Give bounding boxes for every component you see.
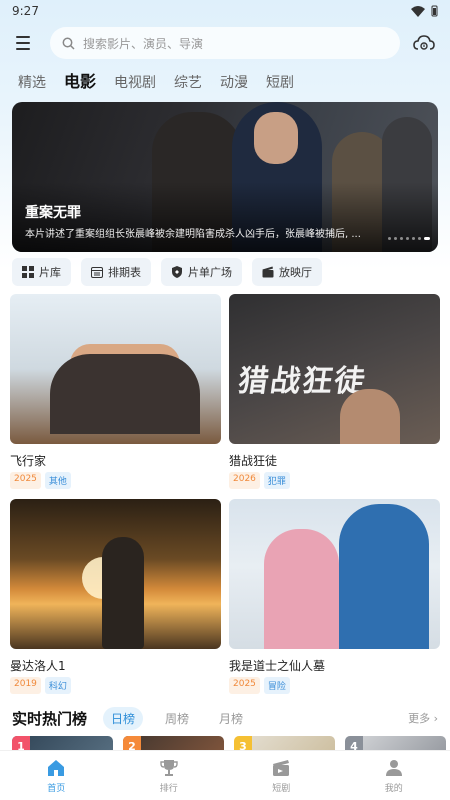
status-icons <box>411 5 438 17</box>
movie-tags: 2025 冒险 <box>229 677 440 694</box>
pagination-dot <box>388 237 391 240</box>
banner-face <box>254 112 298 164</box>
poster-art <box>264 529 339 649</box>
genre-tag: 科幻 <box>44 677 71 694</box>
clapperboard-icon <box>273 759 290 776</box>
user-icon <box>385 759 402 776</box>
genre-tag: 其他 <box>44 472 71 489</box>
shield-list-icon <box>172 266 182 278</box>
poster-art <box>50 354 200 434</box>
tab-movie[interactable]: 电影 <box>64 68 96 98</box>
hot-list-title: 实时热门榜 <box>12 709 88 728</box>
playlist-square-label: 片单广场 <box>188 266 232 279</box>
library-label: 片库 <box>39 266 61 279</box>
tab-daily[interactable]: 日榜 <box>103 706 144 730</box>
category-tabs: 精选 电影 电视剧 综艺 动漫 短剧 <box>0 64 450 98</box>
poster-art <box>339 504 429 649</box>
movie-title: 飞行家 <box>10 454 47 468</box>
screening-hall-button[interactable]: 放映厅 <box>252 258 322 286</box>
battery-icon <box>431 5 438 17</box>
search-placeholder: 搜索影片、演员、导演 <box>83 36 204 51</box>
nav-home[interactable]: 首页 <box>0 751 113 800</box>
banner-pagination <box>388 237 430 240</box>
banner-description: 本片讲述了重案组组长张晨峰被余建明陷害成杀人凶手后，张晨峰被捕后, ... <box>25 229 361 240</box>
more-link[interactable]: 更多 › <box>408 710 438 726</box>
search-input[interactable]: 搜索影片、演员、导演 <box>50 27 400 59</box>
movie-title: 猎战狂徒 <box>229 454 278 468</box>
search-row: 搜索影片、演员、导演 <box>0 24 450 62</box>
library-button[interactable]: 片库 <box>12 258 71 286</box>
movie-tags: 2019 科幻 <box>10 677 221 694</box>
nav-profile[interactable]: 我的 <box>338 751 450 800</box>
movie-poster <box>229 499 440 649</box>
movie-tags: 2026 犯罪 <box>229 472 440 489</box>
movie-poster <box>10 294 221 444</box>
hamburger-icon <box>16 36 30 38</box>
hamburger-line <box>16 42 30 44</box>
cloud-download-icon <box>413 35 435 50</box>
pagination-dot <box>394 237 397 240</box>
home-icon <box>48 759 65 776</box>
pagination-dot <box>400 237 403 240</box>
poster-title-text: 猎战狂徒 <box>236 364 369 399</box>
year-tag: 2019 <box>10 677 41 694</box>
hero-banner[interactable]: 重案无罪 本片讲述了重案组组长张晨峰被余建明陷害成杀人凶手后，张晨峰被捕后, .… <box>12 102 438 252</box>
movie-card[interactable]: 飞行家 2025 其他 <box>10 294 221 489</box>
menu-button[interactable] <box>12 29 40 57</box>
movie-card[interactable]: 猎战狂徒 猎战狂徒 2026 犯罪 <box>229 294 440 489</box>
bottom-navigation: 首页 排行 短剧 我的 <box>0 750 450 800</box>
poster-art <box>340 389 400 444</box>
pagination-dot <box>412 237 415 240</box>
poster-art <box>102 537 144 649</box>
movie-grid: 飞行家 2025 其他 猎战狂徒 猎战狂徒 2026 犯罪 曼达洛人1 2019… <box>0 294 450 694</box>
clapper-icon <box>262 266 274 278</box>
movie-tags: 2025 其他 <box>10 472 221 489</box>
tab-short-drama[interactable]: 短剧 <box>266 72 294 98</box>
pagination-dot <box>418 237 421 240</box>
playlist-square-button[interactable]: 片单广场 <box>161 258 242 286</box>
year-tag: 2026 <box>229 472 260 489</box>
tab-featured[interactable]: 精选 <box>18 72 46 98</box>
movie-title: 曼达洛人1 <box>10 659 66 673</box>
grid-icon <box>22 266 34 278</box>
tab-anime[interactable]: 动漫 <box>220 72 248 98</box>
nav-short-drama-label: 短剧 <box>272 783 291 794</box>
nav-ranking-label: 排行 <box>159 783 178 794</box>
pagination-dot-active <box>424 237 430 240</box>
status-bar: 9:27 <box>0 0 450 22</box>
tab-tv[interactable]: 电视剧 <box>114 72 156 98</box>
tab-variety[interactable]: 综艺 <box>174 72 202 98</box>
genre-tag: 犯罪 <box>263 472 290 489</box>
schedule-label: 排期表 <box>108 266 141 279</box>
banner-title: 重案无罪 <box>25 205 81 221</box>
screening-hall-label: 放映厅 <box>279 266 312 279</box>
hamburger-line <box>16 48 30 50</box>
cloud-download-button[interactable] <box>410 29 438 57</box>
hot-list-header: 实时热门榜 日榜 周榜 月榜 更多 › <box>0 706 450 730</box>
search-icon <box>62 37 75 50</box>
pagination-dot <box>406 237 409 240</box>
nav-profile-label: 我的 <box>384 783 403 794</box>
movie-title: 我是道士之仙人墓 <box>229 659 326 673</box>
trophy-icon <box>160 759 178 776</box>
tab-monthly[interactable]: 月榜 <box>211 707 251 730</box>
schedule-button[interactable]: 排期表 <box>81 258 151 286</box>
quick-actions: 片库 排期表 片单广场 放映厅 <box>0 258 450 288</box>
tab-weekly[interactable]: 周榜 <box>157 707 197 730</box>
status-time: 9:27 <box>12 4 39 18</box>
movie-poster <box>10 499 221 649</box>
movie-card[interactable]: 我是道士之仙人墓 2025 冒险 <box>229 499 440 694</box>
nav-home-label: 首页 <box>47 783 66 794</box>
year-tag: 2025 <box>229 677 260 694</box>
year-tag: 2025 <box>10 472 41 489</box>
movie-card[interactable]: 曼达洛人1 2019 科幻 <box>10 499 221 694</box>
wifi-icon <box>411 5 425 17</box>
nav-short-drama[interactable]: 短剧 <box>225 751 338 800</box>
nav-ranking[interactable]: 排行 <box>113 751 226 800</box>
genre-tag: 冒险 <box>263 677 290 694</box>
calendar-icon <box>91 267 103 278</box>
movie-poster: 猎战狂徒 <box>229 294 440 444</box>
